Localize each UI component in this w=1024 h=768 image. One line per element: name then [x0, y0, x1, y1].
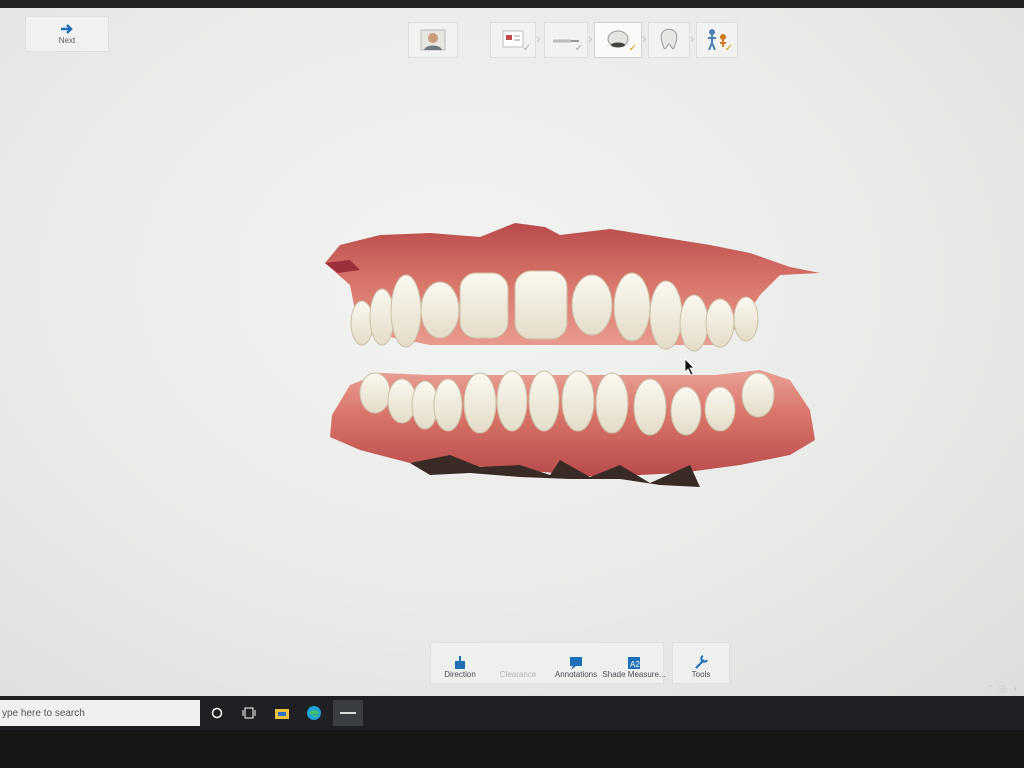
- step-separator-icon: ›: [642, 30, 647, 46]
- step-rx[interactable]: ✓: [490, 22, 536, 58]
- step-tooth-view[interactable]: ✓: [594, 22, 642, 58]
- wrench-icon: [693, 654, 709, 670]
- check-icon: ✓: [523, 43, 531, 54]
- check-icon: ✓: [575, 43, 583, 54]
- dental-scan-model[interactable]: [320, 215, 825, 495]
- next-button[interactable]: Next: [25, 16, 109, 52]
- step-send[interactable]: ✓: [696, 22, 738, 58]
- step-separator-icon: ›: [588, 30, 593, 46]
- volume-icon[interactable]: ◖: [1012, 684, 1018, 695]
- edge-browser-icon: [306, 705, 322, 721]
- task-view-button[interactable]: [235, 700, 263, 726]
- tools-button[interactable]: Tools: [673, 643, 729, 683]
- step-tooth-model[interactable]: [648, 22, 690, 58]
- annotations-button[interactable]: Annotations: [547, 643, 605, 683]
- cortana-icon: [211, 707, 223, 719]
- task-view-icon: [242, 707, 256, 719]
- check-icon: ✓: [725, 43, 733, 54]
- shade-measure-label: Shade Measure...: [602, 670, 665, 679]
- taskbar-app-scanner[interactable]: [333, 700, 363, 726]
- arrow-right-icon: [60, 24, 74, 34]
- clearance-label: Clearance: [500, 670, 536, 679]
- annotations-icon: [569, 656, 583, 670]
- step-separator-icon: ›: [536, 30, 541, 46]
- search-placeholder: ype here to search: [2, 708, 85, 719]
- taskbar-search-input[interactable]: ype here to search: [0, 700, 200, 726]
- bottom-toolbar: Direction Clearance Annotations A2 Shade…: [430, 642, 664, 684]
- taskbar-app-explorer[interactable]: [268, 700, 296, 726]
- taskbar-app-edge[interactable]: [300, 700, 328, 726]
- next-label: Next: [59, 36, 75, 45]
- step-separator-icon: ›: [690, 30, 695, 46]
- direction-button[interactable]: Direction: [431, 643, 489, 683]
- folder-icon: [274, 706, 290, 720]
- monitor-bezel-top: [0, 0, 1024, 8]
- monitor-bezel-bottom: [0, 730, 1024, 768]
- cortana-button[interactable]: [203, 700, 231, 726]
- scanner-app-icon: [339, 710, 357, 716]
- svg-text:A2: A2: [630, 660, 640, 669]
- step-patient[interactable]: [408, 22, 458, 58]
- patient-photo-icon: [420, 29, 446, 51]
- annotations-label: Annotations: [555, 670, 597, 679]
- direction-icon: [453, 656, 467, 670]
- shade-measure-button[interactable]: A2 Shade Measure...: [605, 643, 663, 683]
- mouse-cursor-icon: [684, 358, 696, 376]
- tools-panel: Tools: [672, 642, 730, 684]
- app-window: Next ✓ › ✓ › ✓ › ›: [0, 0, 1024, 700]
- step-scan[interactable]: ✓: [544, 22, 588, 58]
- check-icon: ✓: [629, 43, 637, 54]
- tooth-model-icon: [657, 27, 681, 53]
- shade-measure-icon: A2: [627, 656, 641, 670]
- direction-label: Direction: [444, 670, 476, 679]
- clearance-button[interactable]: Clearance: [489, 643, 547, 683]
- tools-label: Tools: [692, 670, 711, 679]
- network-icon[interactable]: ⊖: [998, 684, 1006, 695]
- tray-chevron-icon[interactable]: ⌃: [986, 684, 994, 695]
